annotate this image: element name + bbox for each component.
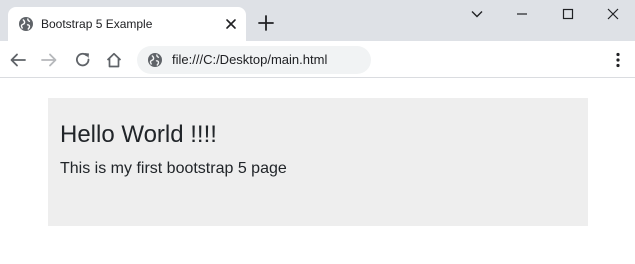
plus-icon[interactable]	[256, 13, 276, 33]
kebab-menu-icon[interactable]	[610, 49, 626, 71]
address-url[interactable]: file:///C:/Desktop/main.html	[172, 52, 327, 68]
reload-icon[interactable]	[72, 49, 94, 71]
page-paragraph: This is my first bootstrap 5 page	[60, 160, 287, 177]
globe-icon	[18, 16, 34, 32]
home-icon[interactable]	[103, 49, 125, 71]
jumbotron: Hello World !!!! This is my first bootst…	[48, 98, 588, 226]
tab-strip: Bootstrap 5 Example	[0, 0, 635, 41]
globe-icon[interactable]	[147, 52, 163, 68]
page-heading: Hello World !!!!	[60, 121, 217, 148]
address-bar[interactable]: file:///C:/Desktop/main.html	[137, 46, 371, 74]
page-viewport: Hello World !!!! This is my first bootst…	[0, 78, 635, 264]
browser-tab[interactable]: Bootstrap 5 Example	[8, 7, 246, 41]
browser-toolbar: file:///C:/Desktop/main.html	[0, 41, 635, 78]
close-icon[interactable]	[223, 16, 239, 32]
tab-title: Bootstrap 5 Example	[41, 17, 153, 31]
minimize-icon[interactable]	[499, 2, 545, 26]
arrow-right-icon[interactable]	[38, 49, 60, 71]
maximize-icon[interactable]	[545, 2, 591, 26]
arrow-left-icon[interactable]	[7, 49, 29, 71]
window-close-icon[interactable]	[590, 2, 635, 26]
chevron-down-icon[interactable]	[454, 2, 500, 26]
